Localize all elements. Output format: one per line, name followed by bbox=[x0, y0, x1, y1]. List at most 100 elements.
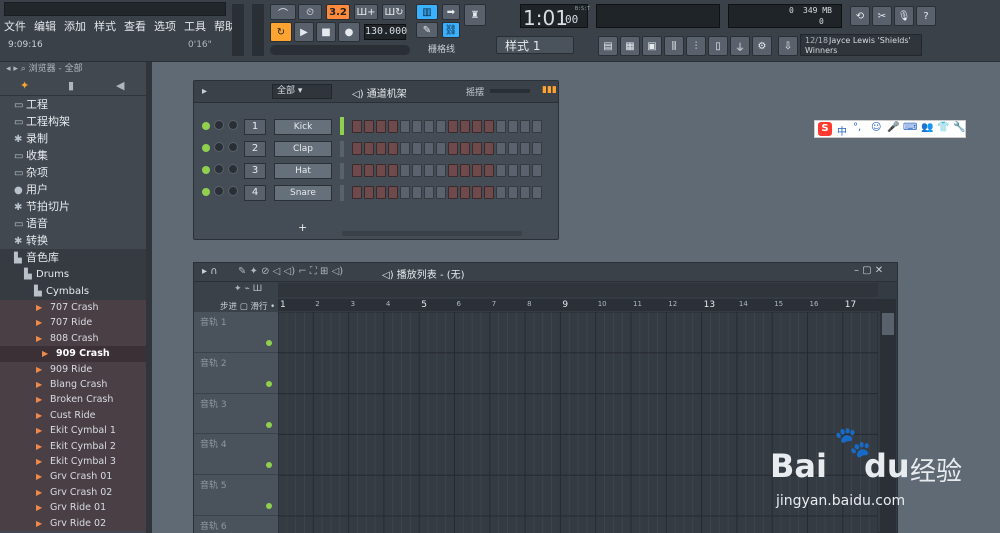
channel-number[interactable]: 4 bbox=[244, 185, 266, 201]
step-button[interactable] bbox=[436, 142, 446, 155]
track-header[interactable]: 音轨 3 bbox=[194, 393, 278, 435]
loop-record-icon[interactable]: Ш↻ bbox=[382, 4, 406, 20]
step-button[interactable] bbox=[436, 120, 446, 133]
channel-number[interactable]: 2 bbox=[244, 141, 266, 157]
browser-item-3[interactable]: ▭ 收集 bbox=[0, 147, 146, 164]
step-button[interactable] bbox=[508, 186, 518, 199]
channel-name-button[interactable]: Clap bbox=[274, 141, 332, 157]
step-button[interactable] bbox=[472, 120, 482, 133]
track-led[interactable] bbox=[266, 340, 272, 346]
step-button[interactable] bbox=[412, 142, 422, 155]
step-button[interactable] bbox=[364, 164, 374, 177]
step-button[interactable] bbox=[484, 120, 494, 133]
rack-menu-icon[interactable]: ▸ bbox=[202, 86, 207, 97]
track-led[interactable] bbox=[266, 421, 272, 428]
step-button[interactable] bbox=[436, 164, 446, 177]
vscroll-thumb[interactable] bbox=[882, 313, 894, 335]
step-button[interactable] bbox=[448, 164, 458, 177]
browser-item-6[interactable]: ✱ 节拍切片 bbox=[0, 198, 146, 215]
record-icon[interactable]: ● bbox=[338, 22, 360, 42]
step-button[interactable] bbox=[472, 186, 482, 199]
step-button[interactable] bbox=[388, 142, 398, 155]
browser-item-7[interactable]: ▭ 语音 bbox=[0, 215, 146, 232]
step-button[interactable] bbox=[364, 142, 374, 155]
track-header[interactable]: 音轨 5 bbox=[194, 475, 278, 516]
file-icon[interactable]: ▯ bbox=[708, 36, 728, 56]
sparkle-icon[interactable]: ✦ bbox=[20, 79, 29, 92]
volume-knob[interactable] bbox=[228, 120, 238, 130]
ime-toolbar[interactable]: S 中 °, ☺ 🎤 ⌨ 👥 👕 🔧 bbox=[814, 120, 966, 138]
channel-select-indicator[interactable] bbox=[340, 117, 344, 135]
browser-item-1[interactable]: ▭ 工程构架 bbox=[0, 113, 146, 130]
rack-options-icon[interactable]: ▮▮▮ bbox=[542, 85, 557, 95]
countdown-icon[interactable]: ⏲ bbox=[298, 4, 322, 20]
channel-mute-led[interactable] bbox=[202, 144, 210, 152]
track-header[interactable]: 音轨 1 bbox=[194, 312, 278, 353]
track-led[interactable] bbox=[266, 462, 272, 469]
step-button[interactable] bbox=[436, 186, 446, 199]
sample-item[interactable]: ▶ Grv Ride 01 bbox=[0, 500, 146, 516]
playlist-scroll-top[interactable] bbox=[278, 283, 878, 297]
menu-file[interactable]: 文件 bbox=[4, 18, 26, 34]
playlist-window-icon[interactable]: ▤ bbox=[598, 36, 618, 56]
step-button[interactable] bbox=[424, 120, 434, 133]
link-icon[interactable]: ⛓ bbox=[442, 22, 460, 38]
step-button[interactable] bbox=[412, 120, 422, 133]
channel-select-indicator[interactable] bbox=[340, 141, 344, 157]
snap-label[interactable]: 栅格线 bbox=[428, 42, 455, 55]
step-button[interactable] bbox=[532, 186, 542, 199]
tools-icon[interactable]: ✂ bbox=[872, 6, 892, 26]
track-led[interactable] bbox=[266, 503, 272, 510]
menu-tools[interactable]: 工具 bbox=[184, 18, 206, 34]
hat-icon[interactable]: ♜ bbox=[464, 4, 486, 26]
step-button[interactable] bbox=[496, 142, 506, 155]
volume-knob[interactable] bbox=[228, 164, 238, 174]
step-button[interactable] bbox=[424, 164, 434, 177]
pan-knob[interactable] bbox=[214, 142, 224, 152]
track-header[interactable]: 音轨 6 bbox=[194, 516, 278, 533]
step-button[interactable] bbox=[412, 164, 422, 177]
step-button[interactable] bbox=[424, 142, 434, 155]
step-button[interactable] bbox=[460, 120, 470, 133]
step-button[interactable] bbox=[400, 142, 410, 155]
help-icon[interactable]: ? bbox=[916, 6, 936, 26]
download-icon[interactable]: ⇩ bbox=[778, 36, 798, 56]
step-button[interactable] bbox=[532, 142, 542, 155]
track-header[interactable]: 音轨 4 bbox=[194, 434, 278, 476]
sample-item[interactable]: ▶ Grv Crash 01 bbox=[0, 469, 146, 485]
playlist-menu-icon[interactable]: ▸ ∩ bbox=[202, 266, 218, 277]
keyboard-icon[interactable]: ⌨ bbox=[903, 122, 917, 133]
browser-item-5[interactable]: ● 用户 bbox=[0, 181, 146, 198]
ime-mode[interactable]: 中 bbox=[837, 123, 847, 138]
sample-item[interactable]: ▶ 707 Crash bbox=[0, 300, 146, 316]
sample-item[interactable]: ▶ 707 Ride bbox=[0, 315, 146, 331]
typing-keyboard-icon[interactable]: ▥ bbox=[416, 4, 438, 20]
browser-item-4[interactable]: ▭ 杂项 bbox=[0, 164, 146, 181]
step-button[interactable] bbox=[448, 142, 458, 155]
browser-icon[interactable]: ⫶ bbox=[686, 36, 706, 56]
master-pitch-slider[interactable] bbox=[252, 4, 264, 56]
user-icon[interactable]: 👥 bbox=[921, 122, 933, 133]
browser-item-2[interactable]: ✱ 录制 bbox=[0, 130, 146, 147]
mixer-icon[interactable]: ⫼ bbox=[664, 36, 684, 56]
step-button[interactable] bbox=[448, 120, 458, 133]
step-button[interactable] bbox=[532, 120, 542, 133]
sample-item[interactable]: ▶ Grv Ride 02 bbox=[0, 515, 146, 531]
step-button[interactable] bbox=[496, 164, 506, 177]
step-button[interactable] bbox=[388, 164, 398, 177]
track-led[interactable] bbox=[266, 380, 272, 387]
step-button[interactable] bbox=[376, 164, 386, 177]
step-button[interactable] bbox=[520, 164, 530, 177]
pencil-icon[interactable]: ✎ bbox=[416, 22, 438, 38]
master-volume-slider[interactable] bbox=[232, 4, 244, 56]
step-button[interactable] bbox=[484, 164, 494, 177]
sample-item[interactable]: ▶ 808 Crash bbox=[0, 330, 146, 347]
step-button[interactable] bbox=[508, 120, 518, 133]
piano-roll-icon[interactable]: ▦ bbox=[620, 36, 640, 56]
track-header[interactable]: 音轨 2 bbox=[194, 352, 278, 394]
step-button[interactable] bbox=[472, 164, 482, 177]
sample-item[interactable]: ▶ 909 Crash bbox=[0, 346, 146, 362]
step-button[interactable] bbox=[496, 186, 506, 199]
document-icon[interactable]: ▮ bbox=[68, 79, 74, 92]
step-button[interactable] bbox=[352, 142, 362, 155]
